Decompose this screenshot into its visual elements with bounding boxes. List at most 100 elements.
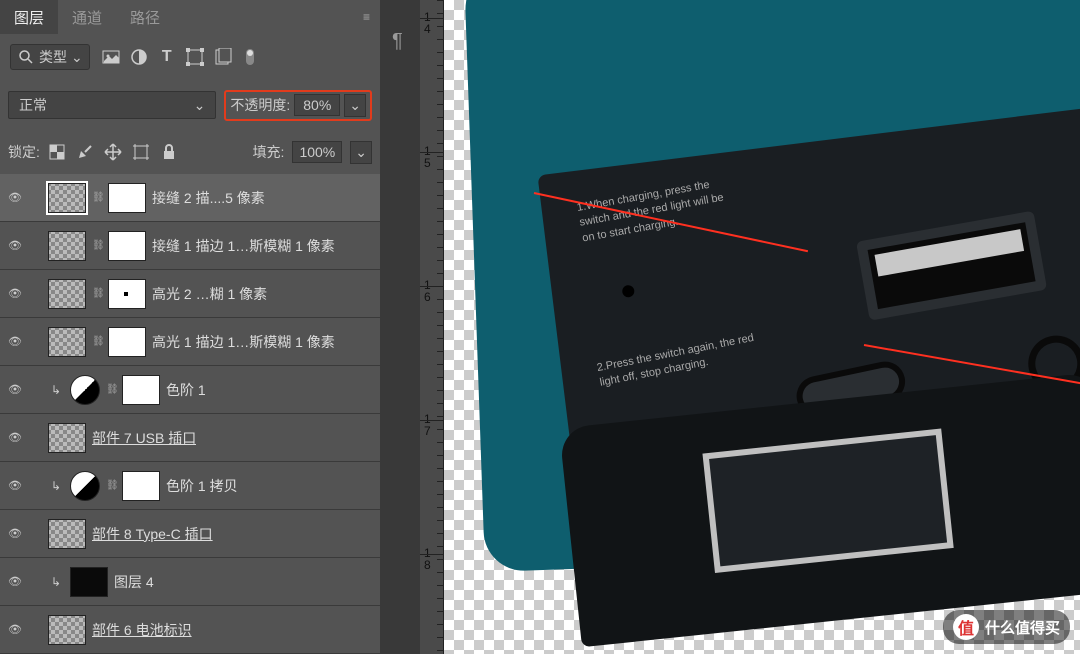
layer-mask-thumb[interactable] [108, 183, 146, 213]
layer-name[interactable]: 部件 7 USB 插口 [92, 428, 196, 448]
layer-type-filter[interactable]: 类型 ⌄ [10, 44, 90, 70]
visibility-toggle-icon[interactable]: 👁 [4, 335, 26, 348]
filter-shape-icon[interactable] [186, 48, 204, 66]
layer-thumb[interactable] [70, 567, 108, 597]
lock-icon-group [48, 143, 178, 161]
instruction-text-1: 1.When charging, press the switch and th… [576, 173, 742, 246]
layer-name[interactable]: 色阶 1 [166, 380, 206, 400]
lock-artboard-icon[interactable] [132, 143, 150, 161]
layer-row[interactable]: 👁 ↳ ⛓ 色阶 1 拷贝 [0, 462, 380, 510]
canvas[interactable]: RoHS 1.When charging, press the switch a… [444, 0, 1080, 654]
visibility-toggle-icon[interactable]: 👁 [4, 191, 26, 204]
layer-mask-thumb[interactable] [108, 327, 146, 357]
device-body: RoHS 1.When charging, press the switch a… [463, 0, 1080, 572]
blend-row: 正常 ⌄ 不透明度: 80% ⌄ [0, 80, 380, 130]
lock-label: 锁定: [8, 142, 40, 162]
lock-position-icon[interactable] [104, 143, 122, 161]
layer-row[interactable]: 👁 部件 8 Type-C 插口 [0, 510, 380, 558]
mask-link-icon[interactable]: ⛓ [92, 240, 102, 251]
layer-thumb[interactable] [48, 183, 86, 213]
lock-transparency-icon[interactable] [48, 143, 66, 161]
watermark-badge: 值 [953, 614, 979, 640]
mask-link-icon[interactable]: ⛓ [106, 480, 116, 491]
panel-tabs: 图层 通道 路径 ≡ [0, 0, 380, 34]
canvas-area: ¶ 1415161718 RoHS 1.When charging, press… [380, 0, 1080, 654]
layer-thumb[interactable] [48, 519, 86, 549]
layer-mask-thumb[interactable] [108, 279, 146, 309]
watermark: 值 什么值得买 [943, 610, 1070, 644]
panel-menu-icon[interactable]: ≡ [359, 6, 374, 28]
mask-link-icon[interactable]: ⛓ [92, 336, 102, 347]
visibility-toggle-icon[interactable]: 👁 [4, 431, 26, 444]
tab-paths[interactable]: 路径 [116, 0, 174, 34]
layer-name[interactable]: 部件 6 电池标识 [92, 620, 192, 640]
layer-row[interactable]: 👁 ⛓ 接缝 2 描....5 像素 [0, 174, 380, 222]
layer-row[interactable]: 👁 ↳ 图层 4 [0, 558, 380, 606]
paragraph-icon: ¶ [392, 30, 403, 53]
layer-thumb[interactable] [48, 231, 86, 261]
tab-channels[interactable]: 通道 [58, 0, 116, 34]
layers-panel: 图层 通道 路径 ≡ 类型 ⌄ T 正常 ⌄ 不透明度: 80% ⌄ [0, 0, 380, 654]
layer-row[interactable]: 👁 ⛓ 接缝 1 描边 1…斯模糊 1 像素 [0, 222, 380, 270]
layer-row[interactable]: 👁 ⛓ 高光 2 …糊 1 像素 [0, 270, 380, 318]
layer-row[interactable]: 👁 ↳ ⛓ 色阶 1 [0, 366, 380, 414]
filter-smart-icon[interactable] [214, 48, 232, 66]
layer-thumb[interactable] [48, 615, 86, 645]
filter-pixel-icon[interactable] [102, 48, 120, 66]
clip-indicator-icon: ↳ [48, 383, 64, 397]
filter-toggle-icon[interactable] [242, 48, 260, 66]
opacity-dropdown-button[interactable]: ⌄ [344, 94, 366, 117]
layer-thumb[interactable] [48, 327, 86, 357]
lock-all-icon[interactable] [160, 143, 178, 161]
opacity-value-input[interactable]: 80% [294, 94, 340, 116]
opacity-label: 不透明度: [230, 95, 290, 115]
filter-icon-group: T [102, 48, 260, 66]
layer-name[interactable]: 接缝 1 描边 1…斯模糊 1 像素 [152, 236, 335, 256]
visibility-toggle-icon[interactable]: 👁 [4, 623, 26, 636]
layer-name[interactable]: 接缝 2 描....5 像素 [152, 188, 265, 208]
adjustment-thumb[interactable] [70, 471, 100, 501]
lock-row: 锁定: 填充: 100% ⌄ [0, 130, 380, 174]
layer-mask-thumb[interactable] [122, 471, 160, 501]
fill-value-input[interactable]: 100% [292, 141, 342, 163]
layer-mask-thumb[interactable] [108, 231, 146, 261]
layer-name[interactable]: 图层 4 [114, 572, 154, 592]
layer-row[interactable]: 👁 ⛓ 高光 1 描边 1…斯模糊 1 像素 [0, 318, 380, 366]
opacity-control-highlighted: 不透明度: 80% ⌄ [224, 90, 372, 121]
filter-adjustment-icon[interactable] [130, 48, 148, 66]
visibility-toggle-icon[interactable]: 👁 [4, 287, 26, 300]
layer-thumb[interactable] [48, 279, 86, 309]
mask-link-icon[interactable]: ⛓ [92, 192, 102, 203]
layer-name[interactable]: 高光 1 描边 1…斯模糊 1 像素 [152, 332, 335, 352]
layer-row[interactable]: 👁 部件 6 电池标识 [0, 606, 380, 654]
fill-dropdown-button[interactable]: ⌄ [350, 141, 372, 164]
visibility-toggle-icon[interactable]: 👁 [4, 527, 26, 540]
layer-name[interactable]: 部件 8 Type-C 插口 [92, 524, 213, 544]
layer-mask-thumb[interactable] [122, 375, 160, 405]
lock-pixels-icon[interactable] [76, 143, 94, 161]
clip-indicator-icon: ↳ [48, 479, 64, 493]
visibility-toggle-icon[interactable]: 👁 [4, 479, 26, 492]
filter-type-label: 类型 [39, 47, 67, 67]
layer-row[interactable]: 👁 部件 7 USB 插口 [0, 414, 380, 462]
layer-name[interactable]: 高光 2 …糊 1 像素 [152, 284, 267, 304]
instruction-text-2: 2.Press the switch again, the red light … [596, 331, 759, 392]
visibility-toggle-icon[interactable]: 👁 [4, 383, 26, 396]
led-indicator [622, 285, 635, 298]
mask-link-icon[interactable]: ⛓ [92, 288, 102, 299]
clip-indicator-icon: ↳ [48, 575, 64, 589]
vertical-ruler[interactable]: 1415161718 [420, 0, 444, 654]
layer-thumb[interactable] [48, 423, 86, 453]
tab-layers[interactable]: 图层 [0, 0, 58, 34]
blend-mode-value: 正常 [19, 95, 47, 115]
chevron-down-icon: ⌄ [71, 49, 83, 66]
visibility-toggle-icon[interactable]: 👁 [4, 575, 26, 588]
adjustment-thumb[interactable] [70, 375, 100, 405]
chevron-down-icon: ⌄ [194, 97, 206, 114]
filter-type-icon[interactable]: T [158, 48, 176, 66]
blend-mode-select[interactable]: 正常 ⌄ [8, 91, 216, 119]
usb-a-port [856, 211, 1047, 321]
visibility-toggle-icon[interactable]: 👁 [4, 239, 26, 252]
mask-link-icon[interactable]: ⛓ [106, 384, 116, 395]
layer-name[interactable]: 色阶 1 拷贝 [166, 476, 238, 496]
